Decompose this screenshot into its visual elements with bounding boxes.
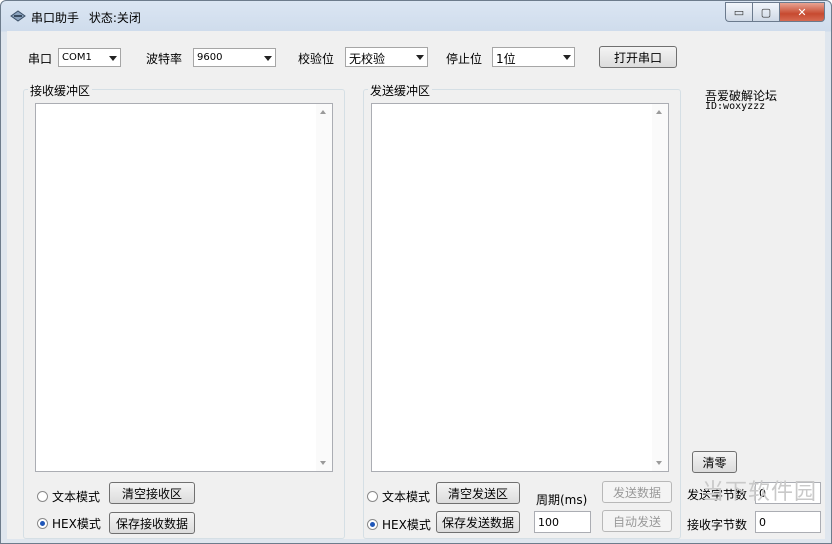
port-label: 串口 bbox=[28, 52, 53, 66]
window-title: 串口助手 状态:关闭 bbox=[31, 9, 147, 26]
clear-send-button[interactable]: 清空发送区 bbox=[436, 482, 520, 504]
maximize-button[interactable]: ▢ bbox=[752, 2, 779, 22]
user-id-label: ID:woxyzzz bbox=[705, 101, 766, 112]
receive-scrollbar[interactable] bbox=[316, 104, 332, 471]
send-text-mode-label: 文本模式 bbox=[382, 490, 431, 504]
receive-buffer-title: 接收缓冲区 bbox=[28, 82, 93, 99]
connection-status: 状态:关闭 bbox=[88, 11, 141, 25]
receive-hex-mode-radio[interactable]: HEX模式 bbox=[37, 515, 101, 532]
save-send-button[interactable]: 保存发送数据 bbox=[436, 511, 520, 533]
send-hex-mode-label: HEX模式 bbox=[382, 518, 431, 532]
parity-value: 无校验 bbox=[349, 52, 386, 66]
app-icon bbox=[10, 10, 26, 22]
scroll-down-icon[interactable] bbox=[320, 461, 326, 465]
stop-bits-label: 停止位 bbox=[446, 52, 483, 66]
chevron-down-icon bbox=[264, 56, 272, 61]
send-data-button[interactable]: 发送数据 bbox=[602, 481, 672, 503]
receive-text-mode-radio[interactable]: 文本模式 bbox=[37, 488, 100, 505]
receive-textarea[interactable] bbox=[35, 103, 333, 472]
radio-selected-icon bbox=[37, 518, 48, 529]
parity-label: 校验位 bbox=[298, 52, 335, 66]
window-controls: ▭ ▢ ✕ bbox=[725, 2, 825, 22]
parity-select[interactable]: 无校验 bbox=[345, 47, 428, 67]
minimize-button[interactable]: ▭ bbox=[725, 2, 752, 22]
client-area: 串口 COM1 波特率 9600 校验位 无校验 停止位 1位 打开串口 接收缓… bbox=[7, 31, 825, 539]
radio-circle-icon bbox=[37, 491, 48, 502]
radio-selected-icon bbox=[367, 519, 378, 530]
baud-select[interactable]: 9600 bbox=[193, 48, 276, 67]
send-buffer-title: 发送缓冲区 bbox=[368, 82, 433, 99]
open-port-button[interactable]: 打开串口 bbox=[599, 46, 677, 68]
receive-text-mode-label: 文本模式 bbox=[52, 490, 101, 504]
period-input[interactable]: 100 bbox=[534, 511, 591, 533]
recv-bytes-field: 0 bbox=[755, 511, 821, 533]
send-hex-mode-radio[interactable]: HEX模式 bbox=[367, 516, 431, 533]
send-scrollbar[interactable] bbox=[652, 104, 668, 471]
scroll-down-icon[interactable] bbox=[656, 461, 662, 465]
app-name: 串口助手 bbox=[31, 11, 80, 25]
main-window: 串口助手 状态:关闭 ▭ ▢ ✕ 串口 COM1 波特率 9600 校验位 无校… bbox=[0, 0, 832, 544]
clear-receive-button[interactable]: 清空接收区 bbox=[109, 482, 195, 504]
chevron-down-icon bbox=[109, 56, 117, 61]
chevron-down-icon bbox=[416, 55, 424, 60]
chevron-down-icon bbox=[563, 55, 571, 60]
scroll-up-icon[interactable] bbox=[320, 110, 326, 114]
receive-hex-mode-label: HEX模式 bbox=[52, 517, 101, 531]
port-value: COM1 bbox=[62, 52, 92, 63]
send-text-mode-radio[interactable]: 文本模式 bbox=[367, 488, 430, 505]
stop-bits-select[interactable]: 1位 bbox=[492, 47, 575, 67]
port-select[interactable]: COM1 bbox=[58, 48, 121, 67]
radio-circle-icon bbox=[367, 491, 378, 502]
stop-bits-value: 1位 bbox=[496, 52, 516, 66]
send-textarea[interactable] bbox=[371, 103, 669, 472]
reset-counter-button[interactable]: 清零 bbox=[692, 451, 737, 473]
recv-bytes-label: 接收字节数 bbox=[687, 518, 748, 532]
period-label: 周期(ms) bbox=[536, 493, 588, 507]
watermark-text: 当下软件园 bbox=[701, 480, 817, 505]
close-button[interactable]: ✕ bbox=[779, 2, 825, 22]
save-receive-button[interactable]: 保存接收数据 bbox=[109, 512, 195, 534]
baud-value: 9600 bbox=[197, 52, 223, 63]
baud-label: 波特率 bbox=[146, 52, 183, 66]
scroll-up-icon[interactable] bbox=[656, 110, 662, 114]
auto-send-button[interactable]: 自动发送 bbox=[602, 510, 672, 532]
title-bar[interactable]: 串口助手 状态:关闭 ▭ ▢ ✕ bbox=[1, 1, 831, 31]
